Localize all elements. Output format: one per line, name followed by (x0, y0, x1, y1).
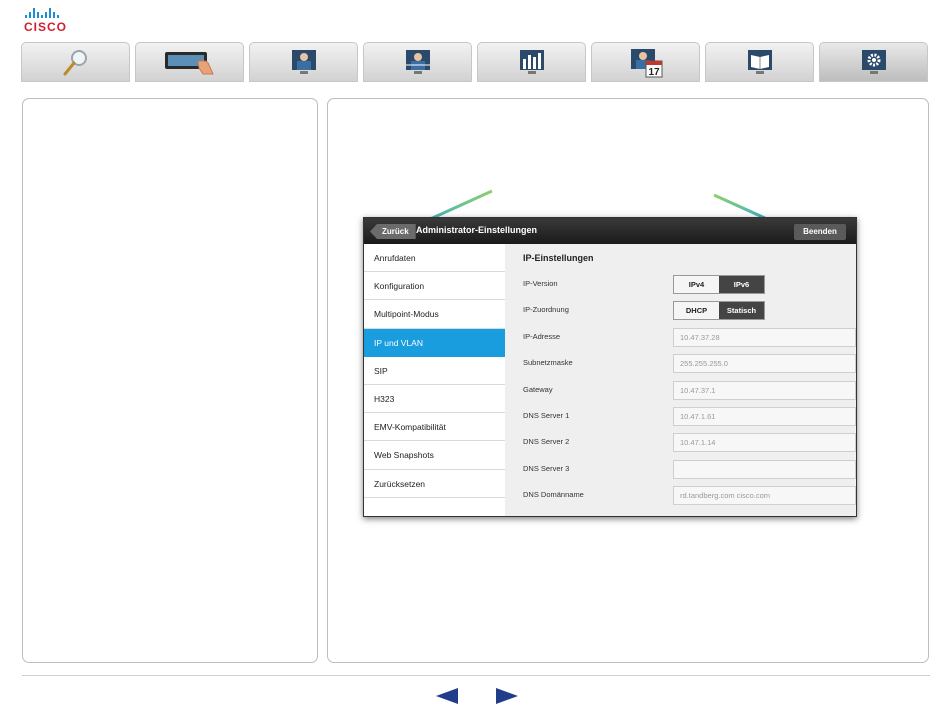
settings-presenter-icon (861, 50, 886, 74)
menu-item-h323[interactable]: H323 (364, 385, 505, 414)
row-label: IP-Zuordnung (523, 305, 569, 315)
row-label: DNS Server 3 (523, 463, 570, 473)
subnet-mask-field[interactable]: 255.255.255.0 (673, 354, 856, 374)
row-dns-server-1: DNS Server 1 10.47.1.61 (505, 403, 856, 429)
dns-domain-name-field[interactable]: rd.tandberg.com cisco.com (673, 486, 856, 506)
menu-item-reset[interactable]: Zurücksetzen (364, 470, 505, 498)
next-page-button[interactable] (496, 688, 518, 704)
magnifier-icon (63, 50, 87, 76)
row-dns-domain-name: DNS Domänname rd.tandberg.com cisco.com (505, 482, 856, 508)
screenshot-title: Administrator-Einstellungen (416, 225, 538, 235)
row-ip-address: IP-Adresse 10.47.37.28 (505, 324, 856, 350)
end-button[interactable]: Beenden (794, 224, 846, 240)
dns-server-2-field[interactable]: 10.47.1.14 (673, 433, 856, 453)
ip-version-toggle: IPv4 IPv6 (673, 275, 765, 294)
cisco-logo-bars (25, 8, 74, 18)
static-option[interactable]: Statisch (719, 302, 764, 320)
menu-item-ip-vlan[interactable]: IP und VLAN (364, 328, 505, 357)
row-ip-version: IP-Version IPv4 IPv6 (505, 271, 856, 297)
tab-statistics[interactable] (477, 42, 586, 82)
menu-item-call-data[interactable]: Anrufdaten (364, 244, 505, 273)
book-presenter-icon (747, 50, 772, 74)
row-label: DNS Server 1 (523, 411, 570, 420)
dns-server-3-field[interactable] (673, 459, 856, 479)
row-subnet-mask: Subnetzmaske 255.255.255.0 (505, 350, 856, 376)
row-gateway: Gateway 10.47.37.1 (505, 377, 856, 403)
ipv4-option[interactable]: IPv4 (674, 276, 719, 293)
tab-calendar[interactable]: 17 (591, 42, 700, 82)
previous-page-button[interactable] (436, 688, 458, 704)
row-dns-server-2: DNS Server 2 10.47.1.14 (505, 429, 856, 455)
ip-assignment-toggle: DHCP Statisch (673, 301, 765, 321)
tab-search[interactable] (21, 42, 130, 82)
tab-network[interactable] (363, 42, 472, 82)
ipv6-option[interactable]: IPv6 (719, 276, 764, 293)
row-dns-server-3: DNS Server 3 (505, 456, 856, 482)
tab-presenter[interactable] (249, 42, 358, 82)
menu-item-configuration[interactable]: Konfiguration (364, 272, 505, 301)
tab-touch-panel[interactable] (135, 42, 244, 82)
tab-book[interactable] (705, 42, 814, 82)
tab-settings[interactable] (819, 42, 928, 82)
row-ip-assignment: IP-Zuordnung DHCP Statisch (505, 297, 856, 323)
admin-settings-screenshot: Zurück Administrator-Einstellungen Beend… (363, 217, 857, 517)
presenter-icon (291, 50, 316, 74)
row-label: Gateway (523, 384, 553, 394)
cisco-logo-text: CISCO (24, 20, 68, 34)
triangle-right-icon (496, 688, 518, 704)
top-tab-bar: 17 (21, 42, 931, 82)
menu-item-web-snapshots[interactable]: Web Snapshots (364, 441, 505, 470)
cisco-logo: CISCO (24, 8, 74, 34)
row-label: IP-Adresse (523, 331, 561, 341)
menu-item-sip[interactable]: SIP (364, 357, 505, 385)
row-label: DNS Server 2 (523, 437, 570, 447)
settings-menu: Anrufdaten Konfiguration Multipoint-Modu… (364, 244, 505, 516)
footer-divider (22, 675, 930, 676)
gateway-field[interactable]: 10.47.37.1 (673, 380, 856, 400)
calendar-presenter-icon: 17 (630, 49, 662, 78)
ip-settings-content: IP-Einstellungen IP-Version IPv4 IPv6 IP… (505, 244, 856, 516)
dns-server-1-field[interactable]: 10.47.1.61 (673, 407, 856, 426)
network-presenter-icon (405, 50, 430, 74)
back-button[interactable]: Zurück (370, 224, 416, 239)
statistics-presenter-icon (519, 50, 544, 74)
row-label: IP-Version (523, 279, 558, 288)
screenshot-header: Zurück Administrator-Einstellungen Beend… (364, 218, 856, 244)
row-label: DNS Domänname (523, 490, 584, 500)
row-label: Subnetzmaske (523, 358, 573, 368)
menu-item-multipoint-mode[interactable]: Multipoint-Modus (364, 300, 505, 329)
calendar-day: 17 (648, 67, 660, 78)
menu-item-emc-compatibility[interactable]: EMV-Kompatibilität (364, 413, 505, 442)
triangle-left-icon (436, 688, 458, 704)
left-panel (22, 98, 318, 663)
ip-address-field[interactable]: 10.47.37.28 (673, 327, 856, 347)
content-title: IP-Einstellungen (523, 253, 594, 263)
dhcp-option[interactable]: DHCP (674, 302, 719, 320)
touch-panel-icon (164, 52, 214, 75)
